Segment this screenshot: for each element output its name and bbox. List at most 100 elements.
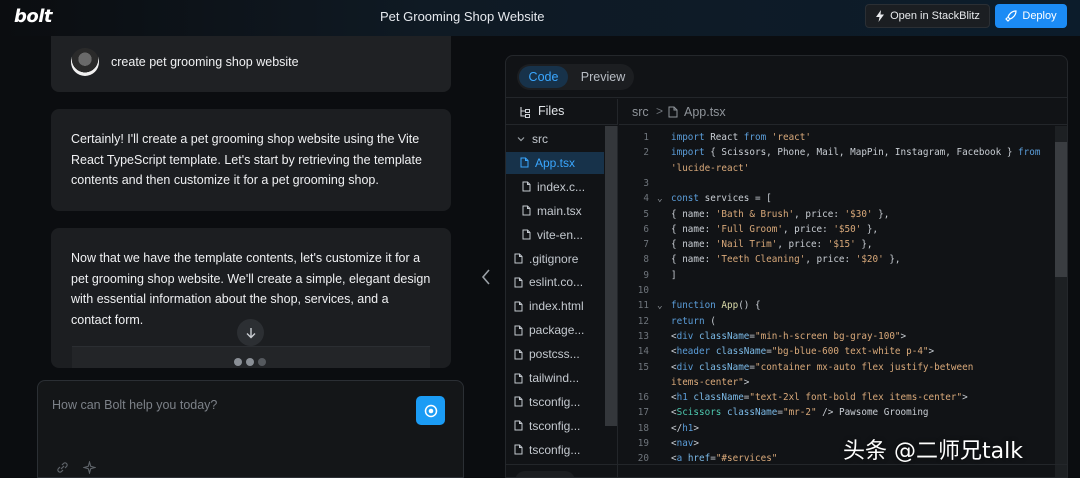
tree-file[interactable]: tsconfig... [514,439,580,461]
line-number: 13 [637,330,649,342]
line-number: 12 [637,315,649,327]
tree-item-label: postcss... [529,347,580,362]
prompt-input[interactable] [52,395,402,415]
code-line: <div className="min-h-screen bg-gray-100… [671,330,907,342]
files-tree-icon [519,106,531,118]
fold-chevron-icon[interactable]: ⌄ [657,300,663,311]
tree-file[interactable]: index.html [514,295,584,317]
file-icon [514,253,523,264]
tree-item-label: package... [529,323,585,338]
open-in-stackblitz-label: Open in StackBlitz [890,10,980,22]
user-message-text: create pet grooming shop website [111,55,299,69]
code-line: { name: 'Teeth Cleaning', price: '$20' }… [671,254,901,266]
breadcrumb: src > App.tsx [619,99,1067,125]
tree-item-label: src [532,132,548,146]
workbench: Code Preview Files src App.tsx index.c... m… [505,55,1068,478]
breadcrumb-file[interactable]: App.tsx [684,105,726,119]
tree-item-label: eslint.co... [529,275,584,290]
tree-file[interactable]: tsconfig... [514,391,580,413]
terminal-bar [506,464,1067,477]
arrow-down-icon [245,327,257,339]
file-icon [514,444,523,455]
top-bar: bolt Pet Grooming Shop Website Open in S… [0,0,1080,36]
deploy-button[interactable]: Deploy [995,4,1067,28]
chevron-left-icon[interactable] [481,269,491,285]
files-header: Files [506,99,618,125]
tree-item-label: tsconfig... [529,442,581,457]
line-number: 9 [643,269,649,281]
line-number: 16 [637,392,649,404]
line-number: 10 [637,285,649,296]
file-icon [522,229,531,240]
line-number: 19 [637,438,649,449]
tree-file[interactable]: index.c... [522,176,585,198]
tree-item-label: tsconfig... [529,394,581,409]
code-scrollbar-thumb[interactable] [1055,142,1067,277]
chevron-down-icon [516,134,526,144]
tree-file[interactable]: package... [514,319,584,341]
code-line: import React from 'react' [671,132,811,143]
tree-file[interactable]: vite-en... [522,224,583,246]
terminal-tab[interactable] [515,471,575,477]
tab-preview[interactable]: Preview [573,66,633,88]
code-line: 'lucide-react' [671,162,750,174]
watermark-text: 头条 @二师兄talk [843,439,1023,464]
tree-folder[interactable]: src [516,128,548,150]
assistant-message-text: Now that we have the template contents, … [71,251,431,327]
tab-code[interactable]: Code [519,66,568,88]
breadcrumb-folder[interactable]: src [632,105,649,119]
bolt-logo[interactable]: bolt [14,6,53,27]
line-number: 14 [637,346,649,358]
rocket-icon [1005,10,1017,22]
code-line: ] [671,269,677,281]
line-number: 3 [643,177,649,189]
loading-indicator [234,358,266,366]
file-icon [668,106,678,118]
enhance-prompt-icon[interactable] [83,461,96,474]
tree-file[interactable]: tsconfig... [514,415,580,437]
tree-file[interactable]: main.tsx [522,200,582,222]
fold-chevron-icon[interactable]: ⌄ [657,193,663,204]
file-icon [520,157,529,168]
tree-item-label: tsconfig... [529,418,581,433]
file-icon [522,205,531,216]
code-editor[interactable]: 1 import React from 'react' 2 import { Scis… [619,126,1049,477]
tree-file[interactable]: .gitignore [514,248,578,270]
file-icon [522,181,531,192]
line-number: 8 [643,254,649,266]
file-icon [514,349,523,360]
tree-file[interactable]: eslint.co... [514,271,583,293]
tree-item-label: vite-en... [537,227,584,242]
tree-item-label: App.tsx [535,155,576,170]
line-number: 6 [643,223,649,235]
code-line: <Scissors className="mr-2" /> Pawsome Gr… [671,407,929,419]
tree-file[interactable]: tailwind... [514,367,579,389]
code-line: <div className="container mx-auto flex j… [671,361,974,373]
breadcrumb-separator: > [656,104,664,118]
code-line: </h1> [671,422,700,434]
view-toggle: Code Preview [517,64,634,90]
code-line: items-center"> [671,376,750,388]
avatar [71,48,99,76]
file-icon [514,396,523,407]
send-button[interactable] [416,396,445,425]
file-tree-scrollbar[interactable] [605,126,617,426]
deploy-label: Deploy [1022,10,1057,22]
code-line: return ( [671,315,716,327]
attach-link-icon[interactable] [56,461,69,474]
code-line: const services = [ [671,193,772,205]
tree-file[interactable]: App.tsx [506,151,604,174]
files-label: Files [538,104,565,118]
file-icon [514,373,523,384]
line-number: 17 [637,407,649,419]
workbench-header: Code Preview [506,56,1067,98]
line-number: 11 [637,300,649,312]
code-line: { name: 'Bath & Brush', price: '$30' }, [671,208,890,220]
scroll-to-bottom-button[interactable] [237,319,264,346]
tree-item-label: main.tsx [537,203,582,218]
open-in-stackblitz-button[interactable]: Open in StackBlitz [865,4,990,28]
code-line: { name: 'Full Groom', price: '$50' }, [671,223,879,235]
line-number: 20 [637,453,649,465]
tree-file[interactable]: postcss... [514,343,580,365]
file-icon [514,420,523,431]
